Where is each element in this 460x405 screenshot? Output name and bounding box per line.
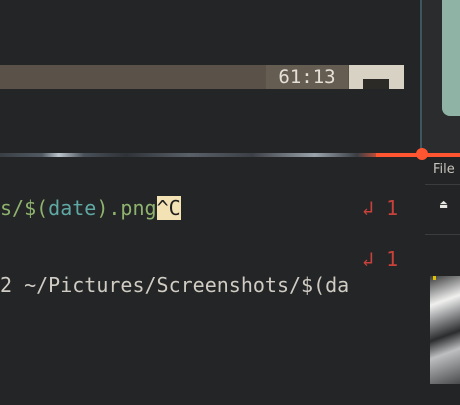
thumbnail-marker [433, 276, 436, 280]
command-line-2[interactable]: 2 ~/Pictures/Screenshots/$(da [0, 271, 349, 299]
screenshot-icon[interactable]: ⏏ [440, 198, 452, 210]
command-subst: date [48, 196, 97, 220]
terminal-window[interactable]: 61:13 s/$(date).png^C ↲ 1 ↲ 1 2 ~/Pictur… [0, 0, 420, 405]
wallpaper-divider [0, 153, 420, 157]
return-code-1: ↲ 1 [362, 196, 399, 220]
command-text: ).png [96, 196, 157, 220]
scroll-indicator [349, 65, 404, 89]
return-code-2: ↲ 1 [362, 247, 399, 271]
scroll-notch [363, 79, 389, 89]
image-thumbnail[interactable] [430, 276, 460, 384]
panel-border [420, 0, 422, 153]
menu-file[interactable]: File [433, 162, 455, 177]
editor-status-bar: 61:13 [0, 65, 404, 89]
command-text: s/$( [0, 196, 49, 220]
interrupt-marker: ^C [156, 196, 181, 220]
accent-widget [442, 0, 460, 116]
menu-separator [425, 184, 460, 185]
command-line-1[interactable]: s/$(date).png^C [0, 194, 181, 222]
panel-separator [425, 234, 460, 235]
focus-dot [416, 148, 428, 160]
cursor-position: 61:13 [266, 65, 348, 89]
